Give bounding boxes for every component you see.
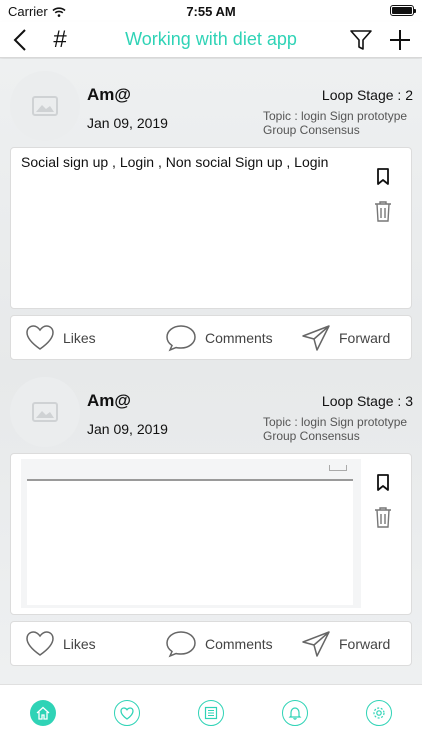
gear-icon bbox=[373, 707, 385, 719]
image-placeholder-icon bbox=[32, 96, 58, 116]
bookmark-icon bbox=[377, 168, 389, 185]
post-card[interactable] bbox=[10, 453, 412, 615]
post-header: Am@ Jan 09, 2019 Loop Stage : 3 Topic : … bbox=[0, 365, 422, 451]
nav-bar: # Working with diet app bbox=[0, 22, 422, 58]
likes-label: Likes bbox=[63, 330, 96, 346]
tab-settings[interactable] bbox=[366, 700, 392, 726]
send-icon bbox=[302, 325, 330, 351]
filter-icon bbox=[350, 30, 372, 50]
send-icon bbox=[302, 631, 330, 657]
likes-label: Likes bbox=[63, 636, 96, 652]
add-button[interactable] bbox=[386, 26, 414, 54]
delete-button[interactable] bbox=[373, 506, 393, 528]
comment-icon bbox=[166, 631, 196, 658]
delete-button[interactable] bbox=[373, 200, 393, 222]
tab-home[interactable] bbox=[30, 700, 56, 726]
like-button[interactable]: Likes bbox=[25, 629, 96, 659]
loop-stage: Loop Stage : 3 bbox=[321, 393, 413, 409]
post-card[interactable]: Social sign up , Login , Non social Sign… bbox=[10, 147, 412, 309]
post-actions: Likes Comments Forward bbox=[10, 315, 412, 360]
comments-label: Comments bbox=[205, 636, 273, 652]
battery-icon bbox=[390, 5, 416, 16]
post-date: Jan 09, 2019 bbox=[87, 115, 168, 131]
post-image[interactable] bbox=[21, 458, 361, 608]
heart-icon bbox=[120, 706, 134, 720]
post-topic: Topic : login Sign prototype Group Conse… bbox=[263, 109, 408, 137]
status-time: 7:55 AM bbox=[186, 4, 236, 19]
tab-favorites[interactable] bbox=[114, 700, 140, 726]
author-name[interactable]: Am@ bbox=[87, 85, 131, 105]
bookmark-button[interactable] bbox=[373, 166, 393, 188]
image-placeholder-icon bbox=[32, 402, 58, 422]
trash-icon bbox=[375, 201, 391, 222]
image-frame bbox=[27, 481, 353, 605]
filter-button[interactable] bbox=[347, 26, 375, 54]
home-icon bbox=[36, 706, 50, 720]
comment-button[interactable]: Comments bbox=[165, 629, 273, 659]
post-text: Social sign up , Login , Non social Sign… bbox=[21, 154, 329, 170]
author-name[interactable]: Am@ bbox=[87, 391, 131, 411]
forward-label: Forward bbox=[339, 636, 391, 652]
forward-button[interactable]: Forward bbox=[301, 629, 390, 659]
forward-button[interactable]: Forward bbox=[301, 323, 390, 353]
loop-stage: Loop Stage : 2 bbox=[321, 87, 413, 103]
tab-bar bbox=[0, 684, 422, 750]
post-date: Jan 09, 2019 bbox=[87, 421, 168, 437]
image-tab bbox=[329, 465, 347, 471]
avatar[interactable] bbox=[10, 377, 80, 447]
bookmark-icon bbox=[377, 474, 389, 491]
tab-list[interactable] bbox=[198, 700, 224, 726]
status-bar: Carrier 7:55 AM bbox=[0, 0, 422, 22]
post-header: Am@ Jan 09, 2019 Loop Stage : 2 Topic : … bbox=[0, 59, 422, 145]
tab-notifications[interactable] bbox=[282, 700, 308, 726]
comment-button[interactable]: Comments bbox=[165, 323, 273, 353]
avatar[interactable] bbox=[10, 71, 80, 141]
plus-icon bbox=[390, 30, 410, 50]
feed: Am@ Jan 09, 2019 Loop Stage : 2 Topic : … bbox=[0, 59, 422, 684]
post-topic: Topic : login Sign prototype Group Conse… bbox=[263, 415, 408, 443]
post-actions: Likes Comments Forward bbox=[10, 621, 412, 666]
bell-icon bbox=[288, 707, 302, 720]
comments-label: Comments bbox=[205, 330, 273, 346]
forward-label: Forward bbox=[339, 330, 391, 346]
comment-icon bbox=[166, 325, 196, 352]
trash-icon bbox=[375, 507, 391, 528]
bookmark-button[interactable] bbox=[373, 472, 393, 494]
like-button[interactable]: Likes bbox=[25, 323, 96, 353]
heart-icon bbox=[26, 631, 54, 656]
heart-icon bbox=[26, 325, 54, 350]
list-icon bbox=[204, 706, 218, 720]
